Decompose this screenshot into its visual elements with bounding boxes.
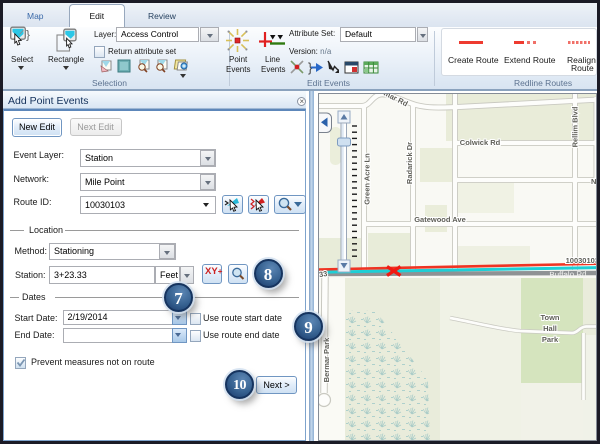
svg-text:Bermar Park: Bermar Park — [322, 337, 331, 382]
svg-text:Colwick Rd: Colwick Rd — [460, 138, 501, 147]
svg-text:Town: Town — [540, 313, 559, 322]
svg-text:Green Acre Ln: Green Acre Ln — [363, 153, 372, 205]
svg-text:+33: +33 — [318, 269, 328, 280]
svg-text:Radarick Dr: Radarick Dr — [405, 142, 414, 184]
svg-text:Park: Park — [542, 335, 559, 344]
svg-text:Rellim Blvd: Rellim Blvd — [571, 106, 580, 147]
svg-text:10030103: 10030103 — [566, 256, 597, 265]
svg-text:N: N — [591, 177, 596, 186]
svg-text:Buffalo Rd: Buffalo Rd — [549, 270, 586, 280]
svg-text:Hall: Hall — [543, 324, 557, 333]
svg-text:}: } — [26, 28, 30, 42]
svg-text:Gatewood Ave: Gatewood Ave — [414, 215, 466, 224]
